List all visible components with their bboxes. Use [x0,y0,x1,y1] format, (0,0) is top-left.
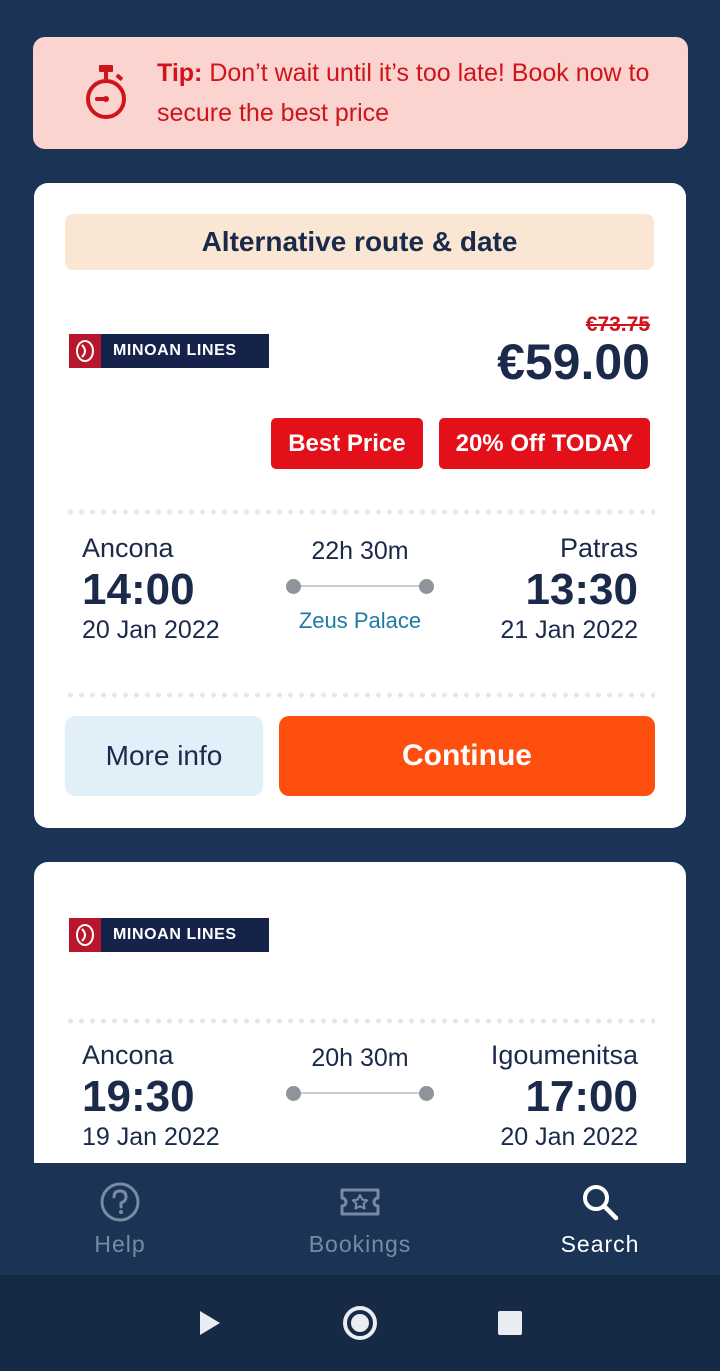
arrival-city: Patras [559,533,638,563]
nav-help[interactable]: Help [0,1163,240,1275]
discounted-price: €59.00 [497,334,650,390]
operator-name: MINOAN LINES [113,342,237,359]
arrival-date: 20 Jan 2022 [500,1123,638,1151]
arrival-time: 17:00 [525,1072,638,1121]
home-circle-icon [343,1306,377,1340]
tip-label: Tip: [157,59,203,87]
help-icon [100,1182,140,1221]
search-icon [583,1184,619,1220]
route-line [275,576,445,596]
divider [65,509,655,515]
recents-square-icon [498,1311,522,1335]
arrival-city: Igoumenitsa [490,1040,638,1070]
more-info-button[interactable]: More info [65,716,263,796]
discount-badge: 20% Off TODAY [438,418,650,469]
nav-search[interactable]: Search [480,1163,720,1275]
journey-summary: 20h 30m [275,1044,445,1115]
departure-city: Ancona [82,533,174,563]
departure-time: 14:00 [82,565,195,614]
arrival-time: 13:30 [525,565,638,614]
ticket-icon [340,1188,380,1215]
nav-search-label: Search [560,1230,640,1257]
tip-message: Don’t wait until it’s too late! Book now… [157,59,650,127]
nav-bookings-label: Bookings [308,1230,412,1257]
divider [65,1018,655,1024]
operator-name: MINOAN LINES [113,926,237,943]
alternative-route-banner: Alternative route & date [65,214,654,270]
vessel-name: Zeus Palace [298,608,422,633]
departure-date: 19 Jan 2022 [82,1123,220,1151]
arrival-info: Igoumenitsa 17:00 20 Jan 2022 [491,1040,638,1152]
continue-button[interactable]: Continue [279,716,655,796]
arrival-info: Patras 13:30 21 Jan 2022 [500,533,638,645]
tip-banner: Tip: Don’t wait until it’s too late! Boo… [33,37,688,149]
home-button[interactable] [285,1303,435,1343]
divider [65,692,655,698]
departure-time: 19:30 [82,1072,195,1121]
trip-duration: 22h 30m [311,537,409,565]
back-triangle-icon [200,1311,220,1335]
operator-logo: MINOAN LINES [69,334,269,368]
route-card[interactable]: Alternative route & date MINOAN LINES €7… [34,183,686,828]
bottom-nav: Help Bookings Search [0,1163,720,1275]
back-button[interactable] [135,1308,285,1338]
departure-city: Ancona [82,1040,174,1070]
operator-logo: MINOAN LINES [69,918,269,952]
best-price-badge: Best Price [271,418,423,469]
badge-group: Best Price 20% Off TODAY [271,418,650,469]
arrival-date: 21 Jan 2022 [500,616,638,644]
recents-button[interactable] [435,1309,585,1337]
departure-info: Ancona 14:00 20 Jan 2022 [82,533,220,645]
tip-text: Tip: Don’t wait until it’s too late! Boo… [157,53,688,133]
minoan-emblem-icon [69,334,101,368]
minoan-emblem-icon [69,918,101,952]
nav-bookings[interactable]: Bookings [240,1163,480,1275]
nav-help-label: Help [94,1230,146,1257]
route-card[interactable]: MINOAN LINES Ancona 19:30 19 Jan 2022 20… [34,862,686,1172]
route-line [275,1083,445,1103]
departure-date: 20 Jan 2022 [82,616,220,644]
journey-summary: 22h 30m Zeus Palace [275,537,445,634]
stopwatch-icon [86,65,126,119]
departure-info: Ancona 19:30 19 Jan 2022 [82,1040,220,1152]
trip-duration: 20h 30m [311,1044,409,1072]
system-nav-bar [0,1275,720,1371]
